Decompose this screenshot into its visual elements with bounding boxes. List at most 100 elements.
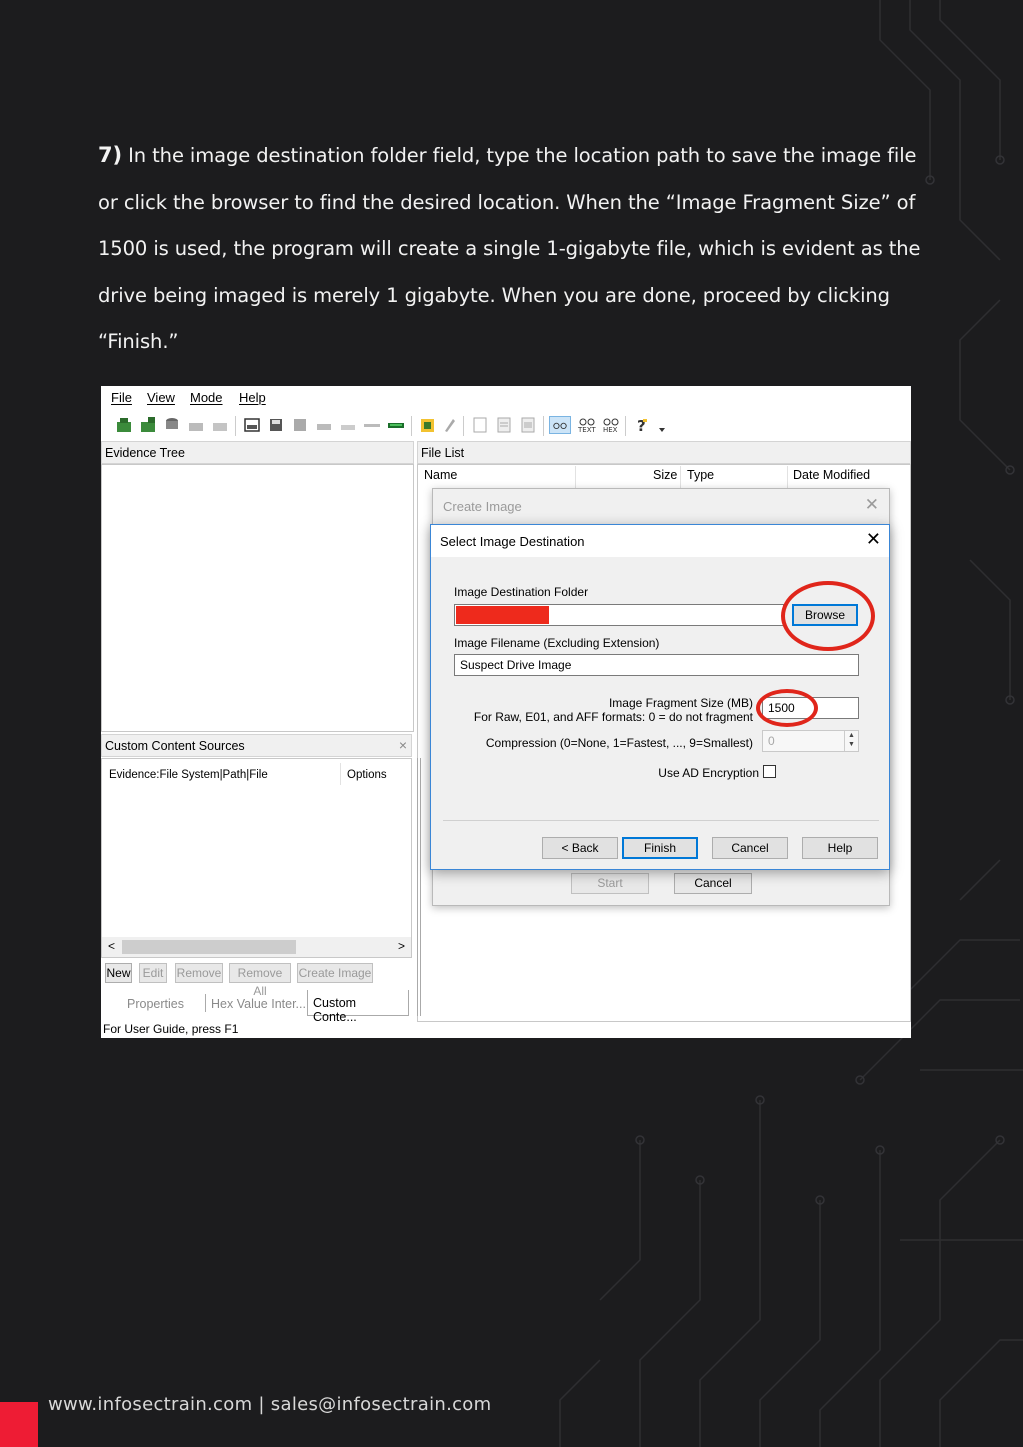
menu-view[interactable]: View [147, 390, 175, 405]
menu-help[interactable]: Help [239, 390, 266, 405]
compression-value: 0 [768, 734, 775, 748]
compression-label: Compression (0=None, 1=Fastest, ..., 9=S… [485, 736, 753, 750]
column-size[interactable]: Size [653, 468, 677, 482]
destination-folder-label: Image Destination Folder [454, 585, 589, 599]
toolbar-separator [411, 416, 412, 436]
hex-view-icon[interactable]: HEX [601, 416, 621, 434]
toolbar-separator [463, 416, 464, 436]
dialog-title: Select Image Destination [440, 534, 585, 549]
fragment-size-note: For Raw, E01, and AFF formats: 0 = do no… [473, 710, 753, 724]
custom-sources-title: Custom Content Sources × [101, 734, 412, 757]
obtain-protected-files-icon[interactable] [419, 416, 437, 434]
filename-label: Image Filename (Excluding Extension) [454, 636, 660, 650]
select-image-destination-dialog: Select Image Destination ✕ Image Destina… [430, 524, 890, 870]
fragment-size-label: Image Fragment Size (MB) [608, 696, 753, 710]
menu-mode[interactable]: Mode [190, 390, 223, 405]
close-icon[interactable]: ✕ [866, 529, 881, 550]
create-image-button[interactable]: Create Image [297, 963, 373, 983]
tab-separator [205, 994, 206, 1012]
menu-file[interactable]: File [111, 390, 132, 405]
finish-button[interactable]: Finish [622, 837, 698, 859]
scroll-left-icon[interactable]: < [108, 939, 115, 953]
status-bar: For User Guide, press F1 [103, 1022, 239, 1036]
create-image-cancel-button[interactable]: Cancel [674, 873, 752, 894]
custom-sources-column-options[interactable]: Options [347, 769, 387, 781]
menu-bar: File View Mode Help [101, 386, 911, 410]
toolbar-overflow-icon[interactable] [657, 426, 667, 434]
evidence-tree-title: Evidence Tree [101, 441, 414, 464]
redacted-path [456, 606, 549, 624]
tab-custom-content[interactable]: Custom Conte... [307, 990, 409, 1024]
start-button[interactable]: Start [571, 873, 649, 894]
custom-sources-column-path[interactable]: Evidence:File System|Path|File [109, 769, 268, 781]
help-icon[interactable]: ? [633, 416, 651, 434]
create-image-title: Create Image [443, 499, 522, 514]
column-type[interactable]: Type [687, 468, 714, 482]
add-evidence-icon[interactable] [115, 416, 133, 434]
column-name[interactable]: Name [424, 468, 457, 482]
ftk-imager-screenshot: File View Mode Help TEXT HEX ? Evidence … [101, 386, 911, 1038]
custom-sources-list[interactable]: Evidence:File System|Path|File Options <… [101, 758, 412, 958]
image-mounting-icon[interactable] [163, 416, 181, 434]
edit-button[interactable]: Edit [139, 963, 167, 983]
remove-all-icon[interactable] [211, 416, 229, 434]
text-view-icon[interactable]: TEXT [577, 416, 597, 434]
footer-contact[interactable]: www.infosectrain.com | sales@infosectrai… [48, 1394, 491, 1415]
file-list-title: File List [417, 441, 911, 464]
encryption-label: Use AD Encryption [658, 766, 759, 780]
export-files-icon[interactable] [471, 416, 489, 434]
custom-content-icon[interactable] [315, 416, 333, 434]
toolbar-separator [625, 416, 626, 436]
add-to-custom-content-icon[interactable] [519, 416, 537, 434]
remove-button[interactable]: Remove [175, 963, 223, 983]
back-button[interactable]: < Back [542, 837, 618, 859]
dialog-divider [443, 820, 879, 821]
export-hash-icon[interactable] [495, 416, 513, 434]
browse-highlight-ring [781, 581, 875, 651]
close-icon[interactable]: ✕ [865, 495, 879, 515]
instruction-text: In the image destination folder field, t… [98, 144, 921, 353]
cancel-button[interactable]: Cancel [712, 837, 788, 859]
column-separator [680, 466, 681, 488]
dialog-header: Select Image Destination ✕ [431, 525, 889, 557]
splitter[interactable] [417, 758, 421, 1016]
column-separator [340, 763, 341, 785]
export-logical-image-icon[interactable] [291, 416, 309, 434]
horizontal-scrollbar[interactable]: < > [102, 937, 411, 957]
tab-hex-value-interpreter[interactable]: Hex Value Inter... [211, 997, 306, 1011]
create-disk-image-icon[interactable] [243, 416, 261, 434]
help-button[interactable]: Help [802, 837, 878, 859]
close-icon[interactable]: × [399, 737, 407, 753]
verify-drive-icon[interactable] [363, 416, 381, 434]
detect-efs-icon[interactable] [441, 416, 459, 434]
scrollbar-thumb[interactable] [122, 940, 296, 954]
toolbar: TEXT HEX ? [101, 412, 911, 440]
auto-view-icon[interactable] [549, 416, 571, 434]
filename-input[interactable]: Suspect Drive Image [454, 654, 859, 676]
remove-evidence-icon[interactable] [187, 416, 205, 434]
column-separator [575, 466, 576, 488]
tab-properties[interactable]: Properties [127, 997, 184, 1011]
remove-all-button[interactable]: Remove All [229, 963, 291, 998]
column-date-modified[interactable]: Date Modified [793, 468, 870, 482]
footer-red-accent [0, 1402, 38, 1447]
svg-text:TEXT: TEXT [577, 426, 596, 434]
fragment-size-highlight-ring [756, 689, 818, 727]
add-all-evidence-icon[interactable] [139, 416, 157, 434]
new-button[interactable]: New [105, 963, 132, 983]
spinner-arrows-icon[interactable]: ▲ ▼ [844, 731, 858, 751]
custom-sources-title-text: Custom Content Sources [105, 739, 245, 753]
export-disk-image-icon[interactable] [267, 416, 285, 434]
destination-folder-input[interactable] [454, 604, 784, 626]
svg-text:HEX: HEX [603, 426, 618, 434]
capture-memory-icon[interactable] [387, 416, 405, 434]
toolbar-separator [235, 416, 236, 436]
encryption-checkbox[interactable] [763, 765, 776, 778]
toolbar-separator [543, 416, 544, 436]
compression-spinner[interactable]: 0 ▲ ▼ [762, 730, 859, 752]
step-number: 7) [98, 143, 123, 167]
scroll-right-icon[interactable]: > [398, 939, 405, 953]
column-separator [787, 466, 788, 488]
evidence-tree-pane[interactable] [101, 464, 414, 732]
decrypt-icon[interactable] [339, 416, 357, 434]
